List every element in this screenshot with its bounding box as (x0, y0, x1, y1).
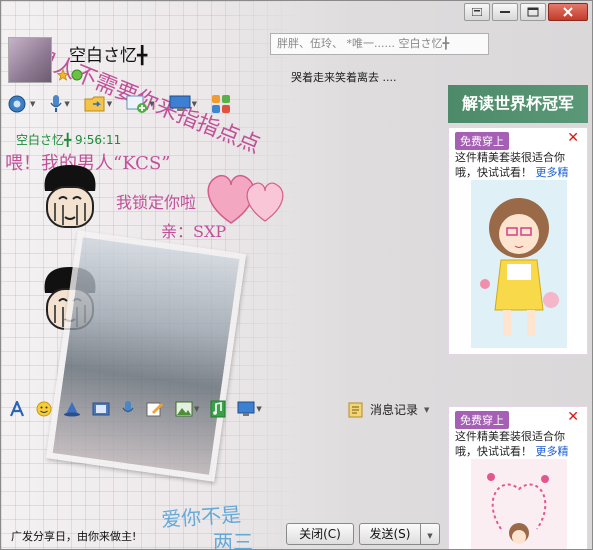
remote-assist-button[interactable]: ▼ (169, 95, 197, 113)
close-icon[interactable]: ✕ (567, 409, 579, 425)
maximize-button[interactable] (520, 3, 546, 21)
music-icon[interactable] (210, 400, 226, 418)
promo-text[interactable]: 广发分享日，由你来做主! (11, 528, 136, 544)
ad-text: 这件精美套装很适合你哦，快试试看！ 更多精 (455, 430, 569, 458)
magic-hat-icon[interactable] (63, 401, 81, 417)
chevron-down-icon: ▼ (30, 100, 36, 108)
input-toolbar: ▼ ▼ (9, 400, 262, 418)
edit-note-icon[interactable] (146, 401, 164, 417)
ad-tag: 免费穿上 (455, 411, 509, 429)
close-icon (563, 7, 573, 17)
emoji-icon[interactable] (36, 401, 52, 417)
screen-capture-button[interactable]: ▼ (237, 401, 262, 417)
avatar-girl-illustration (471, 180, 567, 348)
apps-grid-icon (211, 95, 230, 113)
ad-more-link[interactable]: 更多精 (536, 445, 569, 458)
emoticon-sticker (44, 165, 96, 228)
chevron-down-icon: ▼ (106, 100, 113, 108)
chevron-down-icon: ▼ (256, 405, 262, 413)
skin-line-2: 我锁定你啦 (116, 193, 197, 212)
ad-tag: 免费穿上 (455, 132, 509, 150)
chevron-down-icon: ▼ (424, 405, 430, 414)
folder-icon (84, 96, 105, 112)
chat-window: 的男人不需要你来指指点点 喂！我的男人“KCS” 我锁定你啦 亲：SXP 爱你不… (0, 0, 593, 550)
voice-call-button[interactable]: ▼ (49, 94, 70, 114)
menu-button[interactable] (464, 3, 490, 21)
close-button[interactable]: 关闭(C) (286, 523, 354, 545)
camera-icon (8, 95, 26, 113)
message-history-button[interactable]: 消息记录 ▼ (348, 401, 429, 418)
minimize-button[interactable] (492, 3, 518, 21)
signature-field[interactable]: 胖胖、伍玲、 *唯一...... 空白さ忆╋ (270, 33, 489, 55)
personal-status-text: 哭着走来笑着离去 .... (291, 71, 397, 84)
chat-toolbar: ▼ ▼ ▼ ▼ ▼ (7, 94, 231, 114)
close-icon[interactable]: ✕ (567, 130, 579, 146)
status-icons (57, 69, 83, 81)
send-options-button[interactable]: ▼ (420, 523, 440, 545)
message-sender-time: 空白さ忆╋ 9:56:11 (16, 133, 122, 147)
apps-button[interactable] (211, 94, 231, 114)
video-call-button[interactable]: ▼ (7, 95, 35, 113)
microphone-icon (50, 95, 63, 112)
minimize-icon (500, 11, 510, 13)
screen-capture-icon (237, 401, 255, 416)
chevron-down-icon: ▼ (149, 100, 155, 108)
skin-photo-decoration (45, 230, 247, 482)
ad-card[interactable]: 免费穿上 ✕ 这件精美套装很适合你哦，快试试看！ 更多精 (448, 127, 588, 355)
hearts-illustration (471, 459, 567, 549)
ad-card[interactable]: 免费穿上 ✕ 这件精美套装很适合你哦，快试试看！ 更多精 (448, 406, 588, 549)
voice-message-icon[interactable] (121, 400, 135, 418)
chevron-down-icon: ▼ (191, 100, 197, 108)
send-button[interactable]: 发送(S) (359, 523, 421, 545)
chevron-down-icon: ▼ (194, 405, 200, 413)
image-button[interactable]: ▼ (175, 401, 199, 417)
create-group-button[interactable]: ▼ (126, 95, 155, 113)
close-window-button[interactable] (548, 3, 588, 21)
monitor-icon (169, 95, 191, 111)
chevron-down-icon: ▼ (64, 100, 70, 108)
film-icon[interactable] (92, 401, 110, 417)
contact-nickname: 空白さ忆╋ (69, 46, 148, 66)
history-icon (348, 402, 363, 417)
ad-text: 这件精美套装很适合你哦，快试试看！ 更多精 (455, 151, 569, 179)
image-icon (175, 401, 193, 417)
ad-banner[interactable]: 解读世界杯冠军 (448, 85, 588, 123)
window-controls (464, 3, 588, 21)
message-history-label: 消息记录 (370, 403, 419, 417)
maximize-icon (527, 7, 539, 17)
menu-icon (472, 8, 482, 16)
hearts-decoration (207, 174, 284, 224)
star-badge-icon (57, 69, 69, 81)
chevron-down-icon: ▼ (427, 532, 433, 540)
ad-more-link[interactable]: 更多精 (536, 166, 569, 179)
skin-bottom-text-2: 两三 (213, 530, 253, 550)
avatar[interactable] (8, 37, 52, 83)
send-file-button[interactable]: ▼ (84, 95, 112, 113)
font-icon[interactable] (9, 401, 25, 417)
add-contact-icon (126, 95, 148, 113)
online-status-icon (71, 69, 83, 81)
